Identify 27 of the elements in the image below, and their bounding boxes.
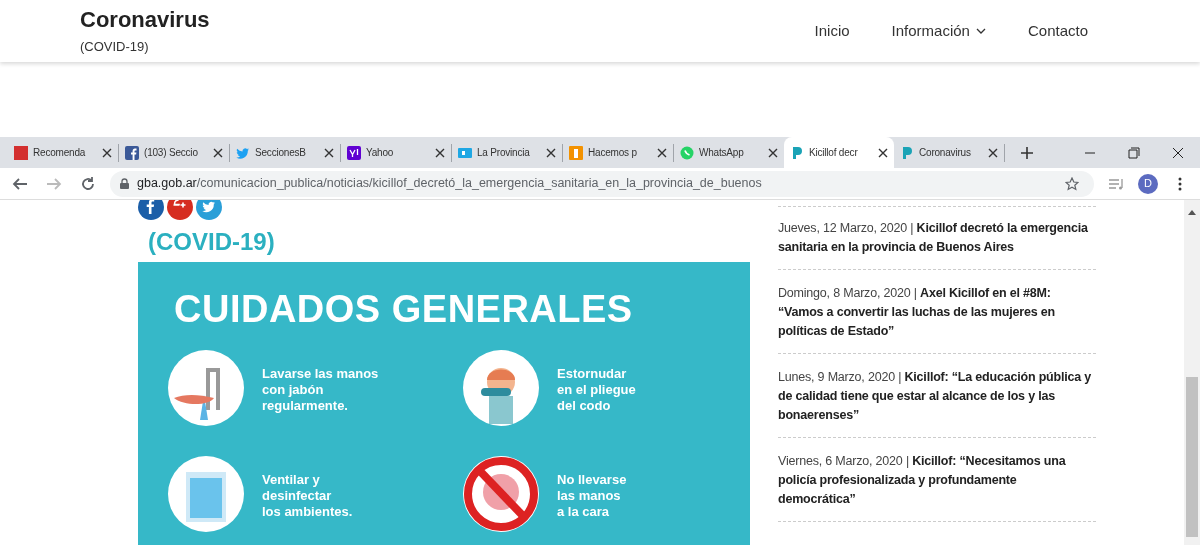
browser-tab[interactable]: SeccionesB: [230, 137, 340, 168]
browser-tab[interactable]: Coronavirus: [894, 137, 1004, 168]
browser-tab[interactable]: WhatsApp: [674, 137, 784, 168]
infographic-title: CUIDADOS GENERALES: [174, 290, 634, 328]
url-text: gba.gob.ar/comunicacion_publica/noticias/kicillof_decretó_la_emergencia_sanitaria_en_la_provincia_de_buenos: [137, 175, 762, 193]
browser-tab[interactable]: Kicillof decr: [784, 137, 894, 168]
infographic-caption: No llevarse las manos a la cara: [557, 471, 627, 520]
news-item[interactable]: Domingo, 8 Marzo, 2020 | Axel Kicillof en el #8M: “Vamos a convertir las luchas de las mujeres en políticas de Estado”: [778, 270, 1096, 354]
nav-link[interactable]: Inicio: [814, 20, 850, 43]
browser-tab[interactable]: Yahoo: [341, 137, 451, 168]
browser-tab[interactable]: Hacemos p: [563, 137, 673, 168]
nav-link[interactable]: Contacto: [1027, 20, 1088, 43]
site-title: Coronavirus: [80, 6, 210, 31]
address-bar[interactable]: gba.gob.ar/comunicacion_publica/noticias/kicillof_decretó_la_emergencia_sanitaria_en_la_provincia_de_buenos: [110, 170, 1094, 197]
infographic-caption: Lavarse las manos con jabón regularmente.: [262, 365, 379, 414]
browser-tab[interactable]: Recomenda: [8, 137, 118, 168]
nav-link[interactable]: Información: [891, 20, 986, 43]
browser-tab[interactable]: (103) Seccio: [119, 137, 229, 168]
infographic-caption: Estornudar en el pliegue del codo: [557, 365, 636, 414]
site-subtitle: (COVID-19): [80, 38, 150, 56]
infographic-caption: Ventilar y desinfectar los ambientes.: [262, 471, 353, 520]
news-item[interactable]: Lunes, 9 Marzo, 2020 | Kicillof: “La educación pública y de calidad tiene que estar al alcance de los y las bonaerenses”: [778, 354, 1096, 438]
profile-avatar[interactable]: D: [1138, 173, 1158, 194]
infographic-subtitle: (COVID-19): [148, 227, 276, 257]
browser-tab[interactable]: La Provincia: [452, 137, 562, 168]
news-item[interactable]: Viernes, 6 Marzo, 2020 | Kicillof: “Necesitamos una policía profesionalizada y profundamente democrática”: [778, 438, 1096, 522]
news-item[interactable]: Jueves, 12 Marzo, 2020 | Kicillof decretó la emergencia sanitaria en la provincia de Buenos Aires: [778, 206, 1096, 270]
